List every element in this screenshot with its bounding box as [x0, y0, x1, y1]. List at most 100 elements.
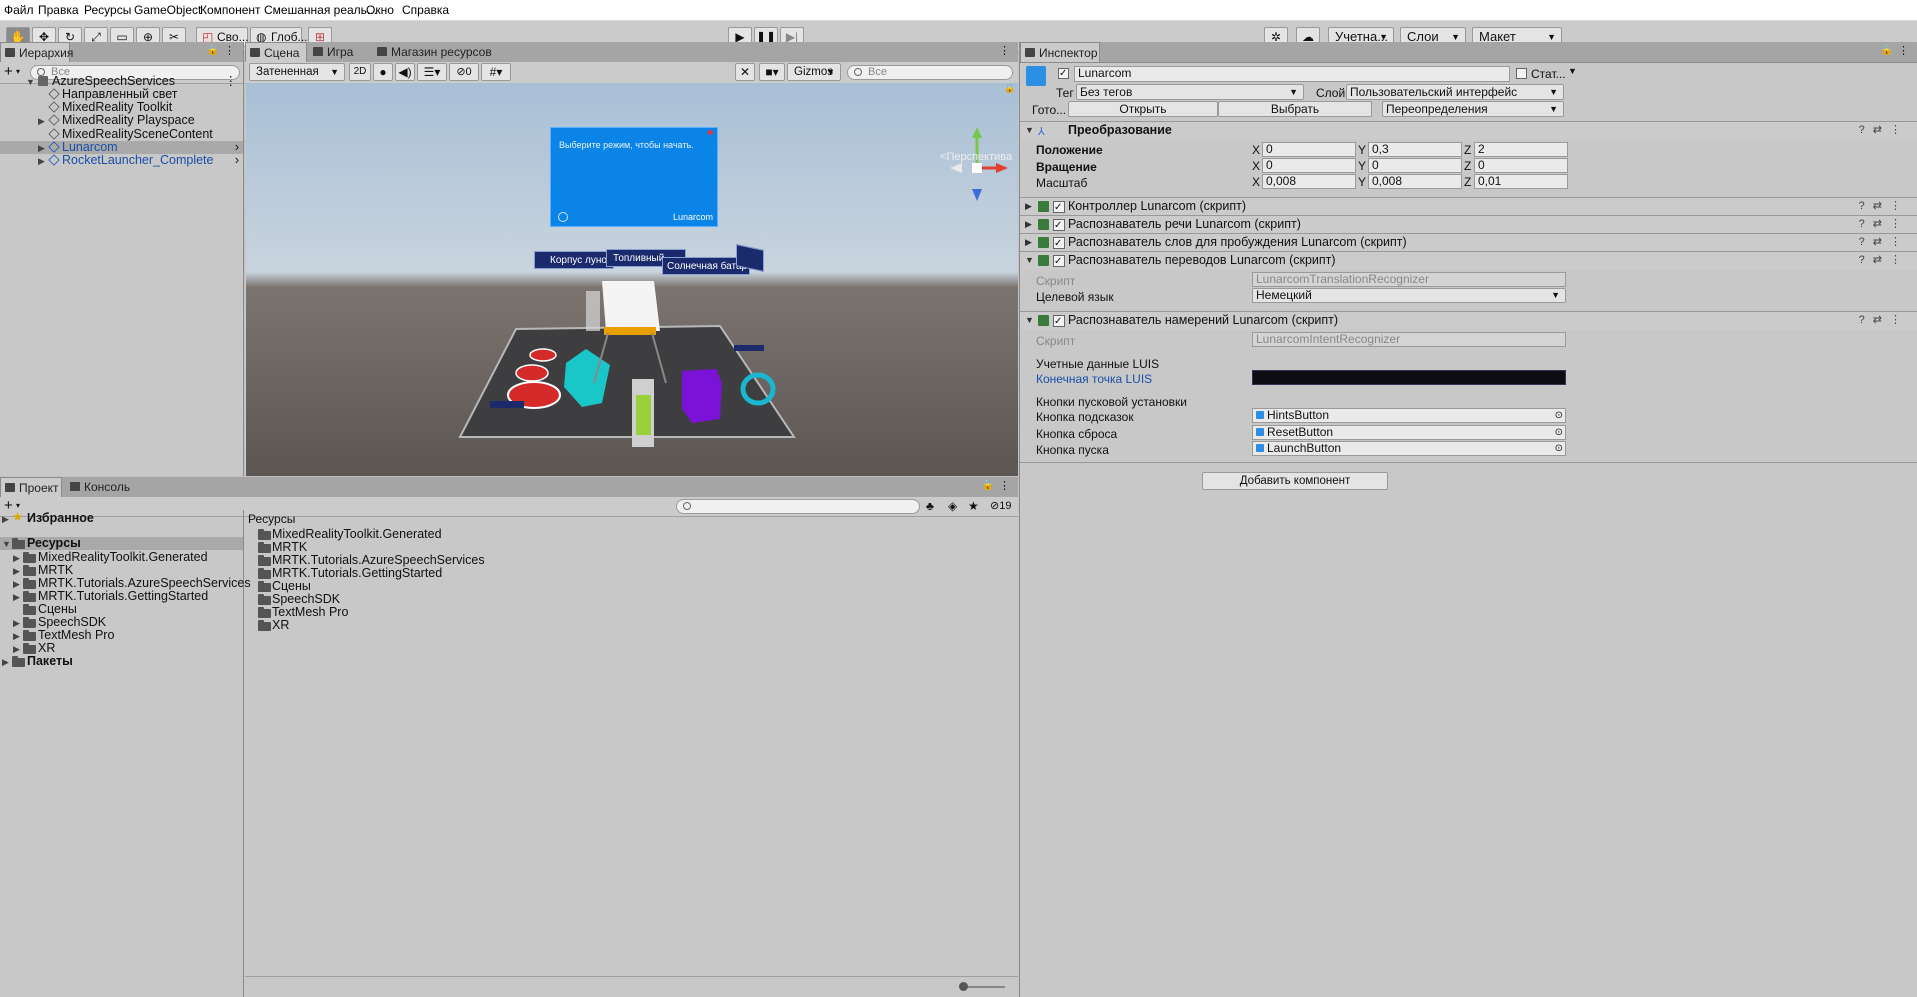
lighting-toggle[interactable]: ● [373, 63, 393, 81]
chevron-right-icon[interactable]: › [235, 154, 239, 167]
expand-down-icon[interactable]: ▼ [2, 538, 11, 551]
scene-viewport[interactable]: 🔒 <Перспектива Выберите режим, чтобы нач… [246, 83, 1018, 476]
expand-right-icon[interactable]: ▶ [13, 552, 20, 565]
menu-gameobject[interactable]: GameObject [134, 3, 201, 17]
audio-toggle[interactable]: ◀) [395, 63, 415, 81]
position-x-field[interactable]: 0 [1262, 142, 1356, 157]
kebab-menu-icon[interactable]: ⋮ [224, 44, 235, 57]
menu-help[interactable]: Справка [402, 3, 449, 17]
toggle-2d-button[interactable]: 2D [349, 63, 371, 81]
position-z-field[interactable]: 2 [1474, 142, 1568, 157]
gizmos-dropdown[interactable]: Gizmos ▼ [787, 63, 841, 81]
rotation-y-field[interactable]: 0 [1368, 158, 1462, 173]
axis-z-label[interactable]: Z [1464, 143, 1471, 157]
tab-hierarchy[interactable]: Иерархия [0, 42, 73, 62]
tab-project[interactable]: Проект [0, 477, 62, 497]
tab-inspector[interactable]: Инспектор [1020, 42, 1100, 62]
camera-dropdown[interactable]: ■▾ [759, 63, 785, 81]
object-name-field[interactable]: Lunarcom [1074, 66, 1510, 82]
hierarchy-item[interactable]: ▶ MixedReality Playspace [0, 114, 243, 127]
menu-window[interactable]: Окно [366, 3, 394, 17]
axis-z-label[interactable]: Z [1464, 159, 1471, 173]
axis-z-label[interactable]: Z [1464, 175, 1471, 189]
expand-right-icon[interactable]: ▶ [2, 656, 9, 669]
expand-right-icon[interactable]: ▶ [13, 591, 20, 604]
hierarchy-item[interactable]: ▶ Lunarcom › [0, 140, 243, 154]
hierarchy-item[interactable]: MixedReality Toolkit [0, 101, 243, 114]
component-header-icons[interactable]: ?⇄⋮ [1859, 198, 1909, 215]
speech-component-header[interactable]: ▶ Распознаватель речи Lunarcom (скрипт) ?⇄… [1020, 215, 1917, 234]
expand-right-icon[interactable]: ▶ [13, 565, 20, 578]
menu-assets[interactable]: Ресурсы [84, 3, 131, 17]
static-checkbox[interactable] [1516, 68, 1527, 79]
effects-dropdown[interactable]: ☰▾ [417, 63, 447, 81]
axis-x-label[interactable]: X [1252, 175, 1260, 189]
tab-asset-store[interactable]: Магазин ресурсов [373, 42, 503, 62]
perspective-label[interactable]: <Перспектива [940, 151, 1012, 163]
kebab-menu-icon[interactable]: ⋮ [1898, 44, 1909, 57]
expand-right-icon[interactable]: ▶ [2, 513, 9, 526]
axis-y-label[interactable]: Y [1358, 175, 1366, 189]
launch-button-field[interactable]: LaunchButton ⊙ [1252, 441, 1566, 456]
chevron-down-icon[interactable]: ▾ [16, 501, 20, 510]
expand-right-icon[interactable]: ▶ [13, 630, 20, 643]
component-header-icons[interactable]: ?⇄⋮ [1859, 252, 1909, 269]
component-enabled-checkbox[interactable] [1053, 253, 1065, 270]
scale-x-field[interactable]: 0,008 [1262, 174, 1356, 189]
wakeword-component-header[interactable]: ▶ Распознаватель слов для пробуждения Lun… [1020, 233, 1917, 252]
component-enabled-checkbox[interactable] [1053, 235, 1065, 252]
menu-file[interactable]: Файл [4, 3, 34, 17]
axis-y-label[interactable]: Y [1358, 159, 1366, 173]
component-enabled-checkbox[interactable] [1053, 313, 1065, 330]
active-checkbox[interactable]: ✓ [1058, 68, 1069, 79]
expand-right-icon[interactable]: ▶ [13, 617, 20, 630]
luis-endpoint-field[interactable] [1252, 370, 1566, 385]
shading-mode-dropdown[interactable]: Затененная ▼ [249, 63, 345, 81]
component-header-icons[interactable]: ?⇄⋮ [1859, 216, 1909, 233]
hierarchy-item[interactable]: MixedRealitySceneContent [0, 127, 243, 141]
scale-z-field[interactable]: 0,01 [1474, 174, 1568, 189]
intent-component-header[interactable]: ▼ Распознаватель намерений Lunarcom (скри… [1020, 311, 1917, 330]
lunarcom-ui-panel[interactable]: Выберите режим, чтобы начать. Lunarcom [550, 127, 718, 227]
menu-mixed-reality[interactable]: Смешанная реаль... [264, 3, 377, 17]
menu-component[interactable]: Компонент [200, 3, 261, 17]
target-language-dropdown[interactable]: Немецкий ▼ [1252, 288, 1566, 303]
tag-dropdown[interactable]: Без тегов ▼ [1076, 84, 1304, 100]
scene-search-input[interactable]: Все [847, 65, 1013, 80]
expand-right-icon[interactable]: ▶ [13, 643, 20, 656]
add-component-button[interactable]: Добавить компонент [1202, 472, 1388, 490]
rotation-z-field[interactable]: 0 [1474, 158, 1568, 173]
expand-right-icon[interactable]: ▶ [38, 115, 45, 128]
lock-icon[interactable]: 🔒 [207, 45, 219, 56]
tab-console[interactable]: Консоль [66, 477, 136, 497]
component-header-icons[interactable]: ?⇄⋮ [1859, 312, 1909, 329]
hierarchy-item[interactable]: Направленный свет [0, 88, 243, 101]
tab-scene[interactable]: Сцена [245, 42, 307, 62]
close-dot-icon[interactable] [708, 130, 713, 135]
position-y-field[interactable]: 0,3 [1368, 142, 1462, 157]
kebab-menu-icon[interactable]: ⋮ [999, 44, 1010, 57]
hidden-objects-toggle[interactable]: ⊘0 [449, 63, 479, 81]
viewport-lock-icon[interactable]: 🔒 [1004, 83, 1015, 94]
scale-y-field[interactable]: 0,008 [1368, 174, 1462, 189]
hints-button-field[interactable]: HintsButton ⊙ [1252, 408, 1566, 423]
lock-icon[interactable]: 🔒 [1881, 45, 1893, 56]
object-picker-icon[interactable]: ⊙ [1555, 409, 1563, 422]
component-enabled-checkbox[interactable] [1053, 217, 1065, 234]
expand-right-icon[interactable]: ▶ [38, 155, 45, 168]
lock-icon[interactable]: 🔒 [982, 480, 994, 491]
rotation-x-field[interactable]: 0 [1262, 158, 1356, 173]
chevron-down-icon[interactable]: ▼ [1568, 66, 1577, 76]
assets-root-row[interactable]: ▼ Ресурсы [0, 537, 243, 550]
zoom-slider-thumb[interactable] [959, 982, 968, 991]
menu-edit[interactable]: Правка [38, 3, 79, 17]
axis-x-label[interactable]: X [1252, 143, 1260, 157]
kebab-menu-icon[interactable]: ⋮ [999, 479, 1010, 492]
kebab-menu-icon[interactable]: ⋮ [225, 75, 238, 88]
layer-dropdown[interactable]: Пользовательский интерфейс ▼ [1346, 84, 1564, 100]
tab-game[interactable]: Игра [309, 42, 369, 62]
grid-toggle[interactable]: #▾ [481, 63, 511, 81]
translation-component-header[interactable]: ▼ Распознаватель переводов Lunarcom (скри… [1020, 251, 1917, 270]
component-enabled-checkbox[interactable] [1053, 199, 1065, 216]
component-header-icons[interactable]: ?⇄⋮ [1859, 122, 1909, 139]
